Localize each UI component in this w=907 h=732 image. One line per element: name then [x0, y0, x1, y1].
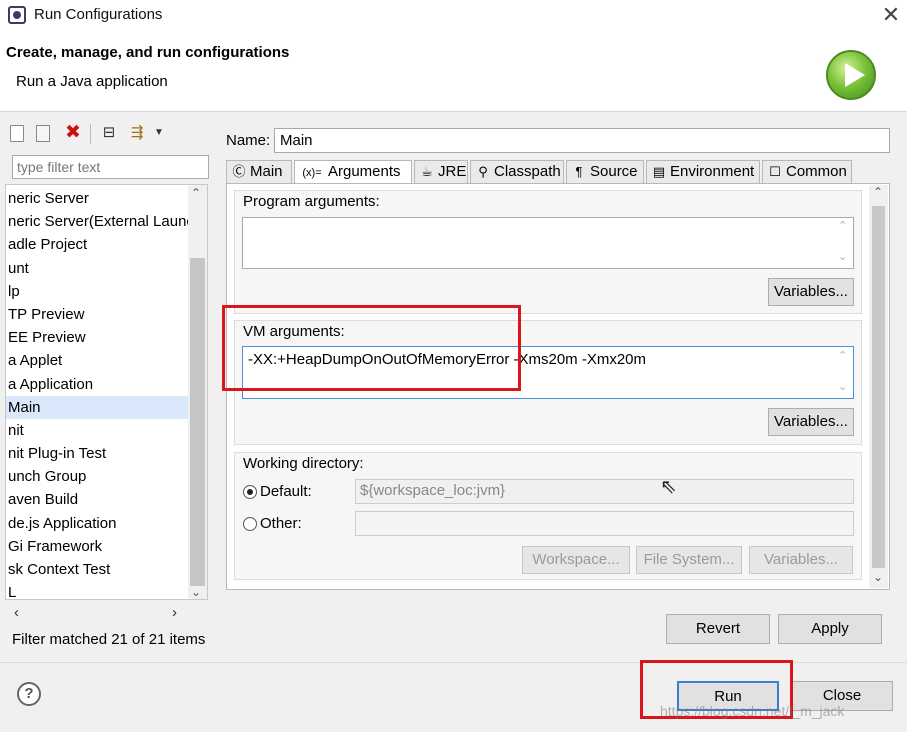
vm-args-scroll-down-icon: ⌄	[838, 381, 848, 393]
tree-item[interactable]: nit	[6, 419, 189, 442]
tree-scroll-right-icon[interactable]: ›	[172, 604, 177, 621]
left-toolbar: ✖ ⊟ ⇶ ▼	[10, 123, 210, 146]
configuration-tree-list: neric Server neric Server(External Launc a…	[6, 187, 189, 599]
default-radio-label[interactable]: Default:	[260, 483, 312, 500]
tab-source[interactable]: ¶ Source	[566, 160, 644, 184]
tree-item[interactable]: neric Server(External Launc	[6, 210, 189, 233]
revert-button[interactable]: Revert	[666, 614, 770, 644]
other-radio-label[interactable]: Other:	[260, 515, 302, 532]
tab-main[interactable]: Ⓒ Main	[226, 160, 292, 184]
source-icon: ¶	[575, 164, 583, 179]
tree-item[interactable]: aven Build	[6, 488, 189, 511]
name-label: Name:	[226, 132, 271, 149]
jre-icon: ☕	[421, 164, 433, 179]
tree-horizontal-scrollbar[interactable]	[5, 604, 208, 623]
apply-button[interactable]: Apply	[778, 614, 882, 644]
tab-label: Common	[786, 163, 847, 180]
tree-scroll-up-icon[interactable]: ⌃	[191, 186, 201, 200]
program-arguments-label: Program arguments:	[243, 193, 380, 210]
delete-config-icon[interactable]: ✖	[64, 123, 82, 142]
tree-scroll-down-icon[interactable]: ⌄	[191, 585, 201, 599]
workspace-button[interactable]: Workspace...	[522, 546, 630, 574]
prog-args-scroll-up-icon: ⌃	[838, 220, 848, 232]
content-scroll-up-icon[interactable]: ⌃	[873, 185, 883, 199]
environment-icon: ▤	[652, 164, 666, 179]
tab-common[interactable]: ☐ Common	[762, 160, 852, 184]
filter-menu-chevron-down-icon[interactable]: ▼	[150, 124, 168, 142]
tree-item[interactable]: L	[6, 581, 189, 599]
tree-item[interactable]: nit Plug-in Test	[6, 442, 189, 465]
watermark: https://blog.csdn.net/l_m_jack	[660, 703, 845, 719]
tab-label: JRE	[438, 163, 467, 180]
tab-arguments[interactable]: (x)= Arguments	[294, 160, 412, 185]
tree-item[interactable]: unt	[6, 257, 189, 280]
tree-item[interactable]: lp	[6, 280, 189, 303]
common-icon: ☐	[769, 164, 781, 179]
tree-item[interactable]: TP Preview	[6, 303, 189, 326]
run-banner-icon	[826, 50, 876, 100]
tree-scroll-left-icon[interactable]: ‹	[14, 604, 19, 621]
new-config-icon[interactable]	[10, 125, 24, 142]
main-class-icon: Ⓒ	[232, 164, 246, 179]
configuration-tree[interactable]: neric Server neric Server(External Launc a…	[5, 184, 208, 600]
footer-divider	[0, 662, 907, 663]
program-arguments-field[interactable]	[242, 217, 854, 269]
other-directory-field	[355, 511, 854, 536]
vm-arguments-field[interactable]: -XX:+HeapDumpOnOutOfMemoryError -Xms20m …	[242, 346, 854, 399]
vm-args-scroll-up-icon: ⌃	[838, 350, 848, 362]
vm-variables-button[interactable]: Variables...	[768, 408, 854, 436]
prog-args-scroll-down-icon: ⌄	[838, 251, 848, 263]
duplicate-config-icon[interactable]	[36, 125, 50, 142]
default-radio[interactable]	[243, 485, 257, 499]
tree-item[interactable]: de.js Application	[6, 512, 189, 535]
tab-label: Main	[250, 163, 283, 180]
tree-item[interactable]: neric Server	[6, 187, 189, 210]
working-dir-variables-button[interactable]: Variables...	[749, 546, 853, 574]
tree-item[interactable]: Main	[6, 395, 189, 419]
help-icon[interactable]: ?	[17, 682, 41, 706]
tree-item[interactable]: a Application	[6, 373, 189, 396]
window-title: Run Configurations	[34, 6, 163, 23]
eclipse-app-icon	[8, 6, 26, 24]
content-scroll-thumb[interactable]	[872, 206, 885, 568]
arguments-icon: (x)=	[302, 167, 322, 179]
mouse-cursor-icon: ⇖	[660, 476, 677, 498]
tree-item[interactable]: adle Project	[6, 233, 189, 256]
tab-jre[interactable]: ☕ JRE	[414, 160, 468, 184]
file-system-button[interactable]: File System...	[636, 546, 742, 574]
tree-item[interactable]: Gi Framework	[6, 535, 189, 558]
tab-label: Arguments	[328, 163, 401, 180]
classpath-icon: ⚲	[478, 164, 488, 179]
config-name-field[interactable]	[274, 128, 890, 153]
tree-item[interactable]: EE Preview	[6, 326, 189, 349]
tab-classpath[interactable]: ⚲ Classpath	[470, 160, 564, 184]
tab-label: Classpath	[494, 163, 561, 180]
tree-scroll-thumb[interactable]	[190, 258, 205, 586]
window-close-icon[interactable]: ✕	[880, 2, 902, 28]
content-scroll-down-icon[interactable]: ⌄	[873, 570, 883, 584]
tab-label: Source	[590, 163, 638, 180]
tab-label: Environment	[670, 163, 755, 180]
tree-item[interactable]: unch Group	[6, 465, 189, 488]
toolbar-separator	[90, 124, 91, 144]
header-subtitle: Run a Java application	[16, 73, 168, 90]
tree-item[interactable]: sk Context Test	[6, 558, 189, 581]
filter-icon[interactable]: ⇶	[128, 124, 146, 142]
tab-environment[interactable]: ▤ Environment	[646, 160, 760, 184]
program-variables-button[interactable]: Variables...	[768, 278, 854, 306]
filter-status: Filter matched 21 of 21 items	[12, 631, 206, 648]
default-directory-field: ${workspace_loc:jvm}	[355, 479, 854, 504]
vm-arguments-label: VM arguments:	[243, 323, 345, 340]
working-directory-label: Working directory:	[243, 455, 364, 472]
config-tabs: Ⓒ Main (x)= Arguments ☕ JRE ⚲ Classpath ¶ Source ▤…	[226, 160, 890, 185]
header-title: Create, manage, and run configurations	[6, 44, 290, 61]
dialog-header	[0, 30, 907, 112]
collapse-all-icon[interactable]: ⊟	[100, 124, 118, 142]
other-radio[interactable]	[243, 517, 257, 531]
filter-input[interactable]	[12, 155, 209, 179]
tree-item[interactable]: a Applet	[6, 349, 189, 372]
